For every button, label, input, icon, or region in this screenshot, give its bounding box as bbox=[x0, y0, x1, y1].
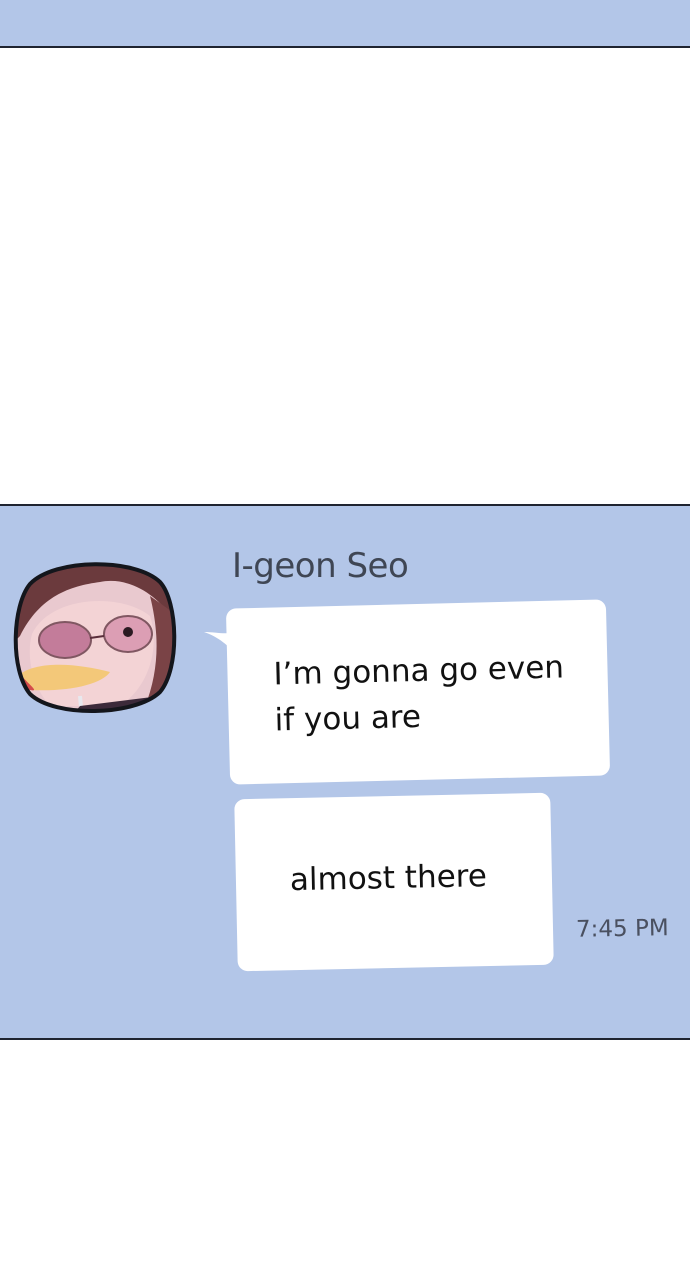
top-panel bbox=[0, 0, 690, 48]
avatar bbox=[13, 562, 177, 714]
message-bubble: I’m gonna go even if you are bbox=[225, 599, 611, 785]
sender-name: I-geon Seo bbox=[232, 546, 409, 586]
message-text: almost there bbox=[289, 858, 488, 899]
message-text-line: I’m gonna go even bbox=[273, 649, 565, 693]
message-timestamp: 7:45 PM bbox=[575, 915, 669, 943]
message-text-line: if you are bbox=[274, 698, 422, 739]
message-bubble: almost there bbox=[234, 792, 554, 972]
comic-page: I-geon Seo I’m gonna go even if you are … bbox=[0, 0, 690, 1280]
chat-panel: I-geon Seo I’m gonna go even if you are … bbox=[0, 504, 690, 1040]
